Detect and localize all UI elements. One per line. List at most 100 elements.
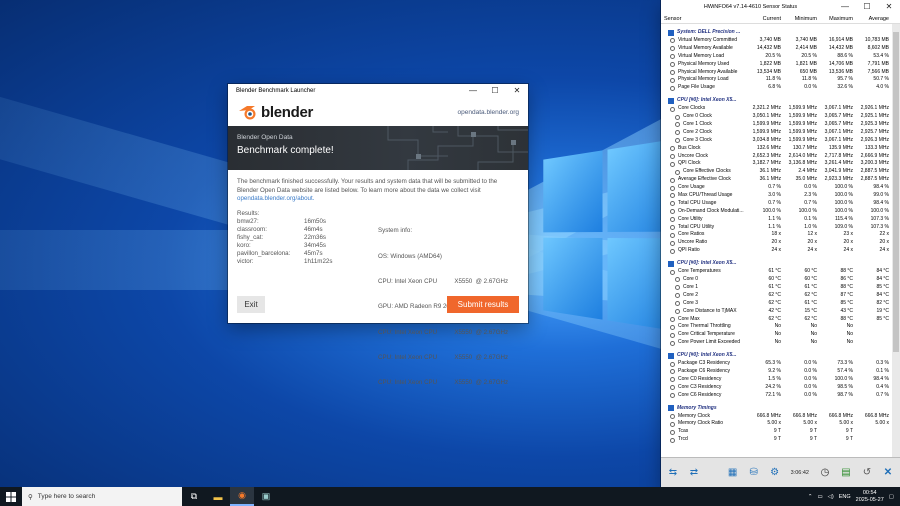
network-icon[interactable]: ⛁ (745, 464, 763, 482)
sensor-row[interactable]: Core 0 Clock 3,050.1 MHz 1,599.9 MHz 3,065.… (661, 113, 892, 121)
file-explorer-icon[interactable]: ▬ (206, 487, 230, 506)
sensor-row[interactable]: Core 3 62 °C 61 °C 85 °C 82 °C (661, 300, 892, 308)
sensor-row[interactable]: Core Ratios 18 x 12 x 23 x 22 x (661, 231, 892, 239)
sensor-row[interactable]: Core 1 Clock 1,599.9 MHz 1,599.9 MHz 3,065.… (661, 121, 892, 129)
sensor-row[interactable]: Core Distance to TjMAX 42 °C 15 °C 43 °C 19 … (661, 308, 892, 316)
sensor-row[interactable]: Core Power Limit Exceeded No No No (661, 339, 892, 347)
sensor-row[interactable]: Core 3 Clock 3,034.8 MHz 1,599.9 MHz 3,067.… (661, 137, 892, 145)
sensor-value: 20 x (855, 239, 891, 247)
sensor-row[interactable]: Core Temperatures 61 °C 60 °C 88 °C 84 °C (661, 268, 892, 276)
minimize-button[interactable]: — (462, 84, 484, 98)
sensor-value: 1.5 % (747, 376, 783, 384)
sensor-value: 1,599.9 MHz (783, 121, 819, 129)
sensor-value: 82 °C (855, 300, 891, 308)
sensor-value: 3,065.7 MHz (819, 113, 855, 121)
sensor-row[interactable]: Physical Memory Load 11.8 % 11.8 % 95.7 % 50… (661, 76, 892, 84)
sensor-row[interactable]: Core 1 61 °C 61 °C 88 °C 85 °C (661, 284, 892, 292)
sensor-row[interactable]: Memory Clock 666.8 MHz 666.8 MHz 666.8 MHz 6… (661, 413, 892, 421)
sensor-value: 62 °C (747, 292, 783, 300)
clock-icon[interactable]: ◷ (816, 464, 834, 482)
report-icon[interactable]: ▤ (837, 464, 855, 482)
sensor-row[interactable]: Core Usage 0.7 % 0.0 % 100.0 % 98.4 % (661, 184, 892, 192)
exit-button[interactable]: Exit (237, 296, 265, 313)
language-indicator[interactable]: ENG (839, 494, 851, 500)
sensor-row[interactable]: Tcas 9 T 9 T 9 T (661, 428, 892, 436)
hwinfo-taskbar-icon[interactable]: ▣ (254, 487, 278, 506)
sensor-row[interactable]: Max CPU/Thread Usage 3.0 % 2.3 % 100.0 % 99.… (661, 192, 892, 200)
sensor-row[interactable]: Average Effective Clock 36.1 MHz 35.0 MHz 2… (661, 176, 892, 184)
volume-icon[interactable]: ◁) (828, 494, 834, 500)
sensor-row[interactable]: Package C3 Residency 65.3 % 0.0 % 73.3 % 0.3… (661, 360, 892, 368)
sensor-row[interactable]: Total CPU Utility 1.1 % 1.0 % 109.0 % 107.3 … (661, 224, 892, 232)
minimize-button[interactable]: — (834, 0, 856, 14)
col-current[interactable]: Current (747, 14, 783, 23)
sensor-row[interactable]: Physical Memory Used 1,822 MB 1,821 MB 14,7… (661, 61, 892, 69)
col-minimum[interactable]: Minimum (783, 14, 819, 23)
sensor-list[interactable]: System: DELL Precision ... Virtual Memory… (661, 24, 892, 457)
col-average[interactable]: Average (855, 14, 891, 23)
sensor-row[interactable]: Core Max 62 °C 62 °C 88 °C 85 °C (661, 316, 892, 324)
sensor-row[interactable]: Page File Usage 6.8 % 0.0 % 32.6 % 4.0 % (661, 84, 892, 92)
scrollbar[interactable] (892, 24, 900, 457)
sensor-group-header[interactable]: CPU [#0]: Intel Xeon X5... (661, 96, 892, 105)
about-link[interactable]: opendata.blender.org/about. (237, 195, 314, 202)
sensor-label: Page File Usage (678, 84, 715, 92)
sensor-row[interactable]: Core Clocks 2,321.2 MHz 1,599.9 MHz 3,067.1… (661, 105, 892, 113)
maximize-button[interactable]: ☐ (856, 0, 878, 14)
sensor-row[interactable]: Core C3 Residency 24.2 % 0.0 % 98.5 % 0.4 % (661, 384, 892, 392)
sensor-row[interactable]: Virtual Memory Load 20.5 % 20.5 % 88.6 % 53.… (661, 53, 892, 61)
sensor-row[interactable]: Package C6 Residency 9.2 % 0.0 % 57.4 % 0.1 … (661, 368, 892, 376)
task-view-icon[interactable]: ⧉ (182, 487, 206, 506)
maximize-button[interactable]: ☐ (484, 84, 506, 98)
blender-taskbar-icon[interactable]: ◉ (230, 487, 254, 506)
sensor-group-header[interactable]: System: DELL Precision ... (661, 28, 892, 37)
start-button[interactable] (0, 487, 22, 506)
sensor-icon (670, 54, 675, 59)
sensor-row[interactable]: Core Thermal Throttling No No No (661, 323, 892, 331)
close-icon[interactable]: ✕ (879, 464, 897, 482)
notifications-icon[interactable]: ▢ (889, 494, 894, 500)
scrollbar-thumb[interactable] (893, 32, 899, 352)
col-maximum[interactable]: Maximum (819, 14, 855, 23)
sensor-row[interactable]: Core Critical Temperature No No No (661, 331, 892, 339)
sensor-group-header[interactable]: CPU [#0]: Intel Xeon X5... (661, 351, 892, 360)
sensor-row[interactable]: Trcd 9 T9 T9 T (661, 436, 892, 444)
sensor-row[interactable]: QPI Clock 3,182.7 MHz 3,136.8 MHz 3,261.4 M… (661, 160, 892, 168)
hwinfo-title-bar[interactable]: HWiNFO64 v7.14-4610 Sensor Status — ☐ ✕ (661, 0, 900, 14)
sensor-row[interactable]: Core Utility 1.1 % 0.1 % 115.4 % 107.3 % (661, 216, 892, 224)
reset-icon[interactable]: ↺ (858, 464, 876, 482)
tray-chevron-icon[interactable]: ⌃ (808, 494, 813, 500)
sensor-row[interactable]: Virtual Memory Committed 3,740 MB 3,740 MB… (661, 37, 892, 45)
sensor-row[interactable]: Uncore Clock 2,652.3 MHz 2,614.0 MHz 2,717.… (661, 153, 892, 161)
sensor-row[interactable]: Virtual Memory Available 14,432 MB 2,414 M… (661, 45, 892, 53)
title-bar[interactable]: Blender Benchmark Launcher — ☐ ✕ (228, 84, 528, 98)
sensor-value: 666.8 MHz (819, 413, 855, 421)
opendata-link[interactable]: opendata.blender.org (458, 109, 519, 116)
sensor-row[interactable]: Total CPU Usage 0.7 % 0.7 % 100.0 % 98.4 % (661, 200, 892, 208)
sensor-row[interactable]: QPI Ratio 24 x 24 x 24 x 24 x (661, 247, 892, 255)
sensor-row[interactable]: Core Effective Clocks 36.1 MHz 2.4 MHz 3,04… (661, 168, 892, 176)
submit-results-button[interactable]: Submit results (447, 296, 519, 313)
network-tray-icon[interactable]: ▭ (817, 494, 822, 500)
taskbar-search[interactable]: ⚲ Type here to search (22, 487, 182, 506)
sensor-row[interactable]: Uncore Ratio 20 x 20 x 20 x 20 x (661, 239, 892, 247)
sensor-row[interactable]: Core C6 Residency 72.1 % 0.0 % 98.7 % 0.7 % (661, 392, 892, 400)
close-button[interactable]: ✕ (506, 84, 528, 98)
sensor-row[interactable]: Physical Memory Available 13,534 MB 650 MB… (661, 69, 892, 77)
sensor-row[interactable]: Memory Clock Ratio 5.00 x 5.00 x 5.00 x 5.00… (661, 420, 892, 428)
settings-icon[interactable]: ⚙ (766, 464, 784, 482)
sensor-row[interactable]: On-Demand Clock Modulati... 100.0 % 100.0 … (661, 208, 892, 216)
col-sensor[interactable]: Sensor (664, 14, 747, 23)
sensor-row[interactable]: Bus Clock 132.6 MHz 130.7 MHz 135.9 MHz 133.… (661, 145, 892, 153)
sensor-group-header[interactable]: Memory Timings (661, 404, 892, 413)
sensor-row[interactable]: Core C0 Residency 1.5 % 0.0 % 100.0 % 98.4 % (661, 376, 892, 384)
sensor-row[interactable]: Core 2 62 °C 62 °C 87 °C 84 °C (661, 292, 892, 300)
navigate-left-icon[interactable]: ⇆ (664, 464, 682, 482)
sensor-row[interactable]: Core 0 60 °C 60 °C 86 °C 84 °C (661, 276, 892, 284)
navigate-right-icon[interactable]: ⇄ (685, 464, 703, 482)
close-button[interactable]: ✕ (878, 0, 900, 14)
layout-icon[interactable]: ▦ (724, 464, 742, 482)
sensor-row[interactable]: Core 2 Clock 1,599.9 MHz 1,599.9 MHz 3,067.… (661, 129, 892, 137)
clock[interactable]: 00:54 2025-05-27 (856, 490, 884, 504)
sensor-group-header[interactable]: CPU [#0]: Intel Xeon X5... (661, 259, 892, 268)
